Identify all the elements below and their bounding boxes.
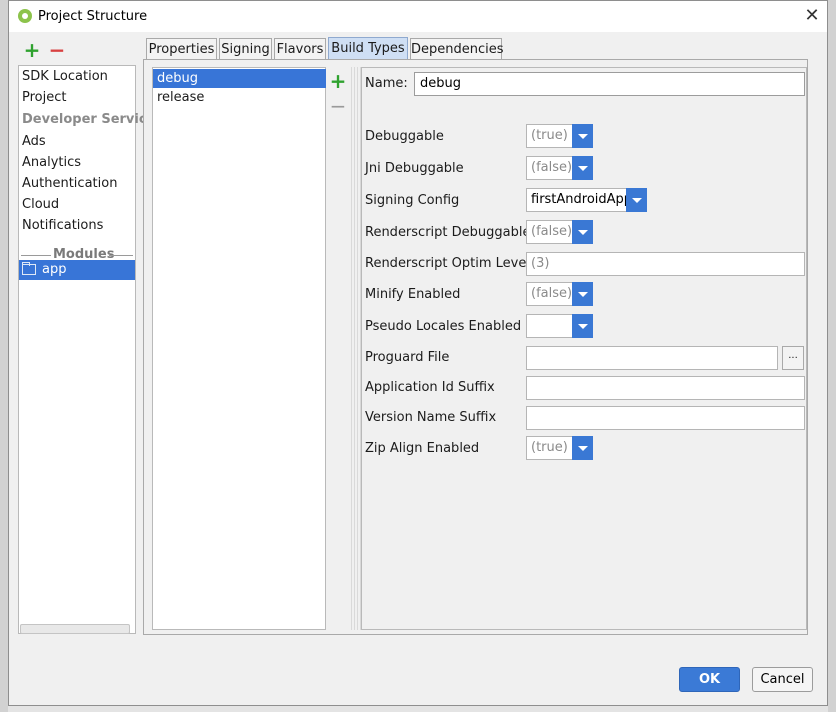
title-bar: Project Structure ✕ [9,1,827,32]
splitter-handle[interactable] [351,67,361,630]
chevron-down-icon[interactable] [626,188,647,212]
developer-services-heading: Developer Services [22,112,164,127]
horizontal-scrollbar[interactable] [20,624,130,634]
name-label: Name: [365,76,408,91]
background-ide-right [828,0,836,712]
close-button[interactable]: ✕ [801,5,823,27]
sidebar-item-project[interactable]: Project [22,90,66,105]
zip-align-enabled-label: Zip Align Enabled [365,441,480,456]
tab-dependencies[interactable]: Dependencies [410,38,504,59]
renderscript-optim-level-label: Renderscript Optim Level [365,256,530,271]
tab-flavors[interactable]: Flavors [274,38,326,59]
version-name-suffix-input[interactable] [526,406,805,430]
module-item-app[interactable]: app [19,260,135,280]
renderscript-debuggable-label: Renderscript Debuggable [365,225,531,240]
pseudo-locales-enabled-label: Pseudo Locales Enabled [365,319,522,334]
debuggable-value: (true) [531,128,568,143]
tab-build-types[interactable]: Build Types [328,37,408,60]
chevron-down-icon[interactable] [572,436,593,460]
signing-config-value: firstAndroidApp [531,192,633,207]
signing-config-label: Signing Config [365,193,460,208]
pseudo-locales-enabled-combo[interactable] [526,314,593,338]
remove-module-button[interactable]: − [47,40,67,60]
chevron-down-icon[interactable] [572,282,593,306]
tab-signing[interactable]: Signing [219,38,272,59]
renderscript-debuggable-combo[interactable]: (false) [526,220,593,244]
build-types-list: debug release [152,67,326,630]
add-module-button[interactable]: + [22,40,42,60]
chevron-down-icon[interactable] [572,314,593,338]
add-build-type-button[interactable]: + [328,71,348,91]
background-ide-left [0,0,8,712]
project-sections-list: SDK Location Project Developer Services … [18,65,163,634]
proguard-file-input[interactable] [526,346,778,370]
renderscript-optim-level-input[interactable]: (3) [526,252,805,276]
chevron-down-icon[interactable] [572,124,593,148]
chevron-down-icon[interactable] [572,156,593,180]
jni-debuggable-value: (false) [531,160,573,175]
build-type-item-release[interactable]: release [153,88,326,107]
application-id-suffix-label: Application Id Suffix [365,380,495,395]
version-name-suffix-label: Version Name Suffix [365,410,497,425]
browse-button[interactable]: ... [782,346,804,370]
sidebar-item-analytics[interactable]: Analytics [22,155,81,170]
window-title: Project Structure [38,9,148,24]
sidebar-item-authentication[interactable]: Authentication [22,176,117,191]
android-studio-logo-icon [18,9,32,23]
module-label: app [42,262,67,277]
jni-debuggable-combo[interactable]: (false) [526,156,593,180]
sidebar-item-notifications[interactable]: Notifications [22,218,103,233]
minify-enabled-combo[interactable]: (false) [526,282,593,306]
sidebar-item-sdk-location[interactable]: SDK Location [22,69,108,84]
build-type-item-debug[interactable]: debug [153,69,326,88]
zip-align-enabled-combo[interactable]: (true) [526,436,593,460]
remove-build-type-button[interactable]: − [328,96,348,116]
jni-debuggable-label: Jni Debuggable [365,161,464,176]
sidebar-item-cloud[interactable]: Cloud [22,197,59,212]
tab-properties[interactable]: Properties [146,38,217,59]
ok-button[interactable]: OK [679,667,740,692]
debuggable-combo[interactable]: (true) [526,124,593,148]
proguard-file-label: Proguard File [365,350,450,365]
minify-enabled-label: Minify Enabled [365,287,461,302]
chevron-down-icon[interactable] [572,220,593,244]
sidebar-item-ads[interactable]: Ads [22,134,46,149]
signing-config-combo[interactable]: firstAndroidApp [526,188,647,212]
application-id-suffix-input[interactable] [526,376,805,400]
cancel-button[interactable]: Cancel [752,667,813,692]
debuggable-label: Debuggable [365,129,444,144]
zip-align-enabled-value: (true) [531,440,568,455]
minify-enabled-value: (false) [531,286,573,301]
renderscript-debuggable-value: (false) [531,224,573,239]
module-folder-icon [22,262,36,275]
name-input[interactable]: debug [414,72,805,96]
